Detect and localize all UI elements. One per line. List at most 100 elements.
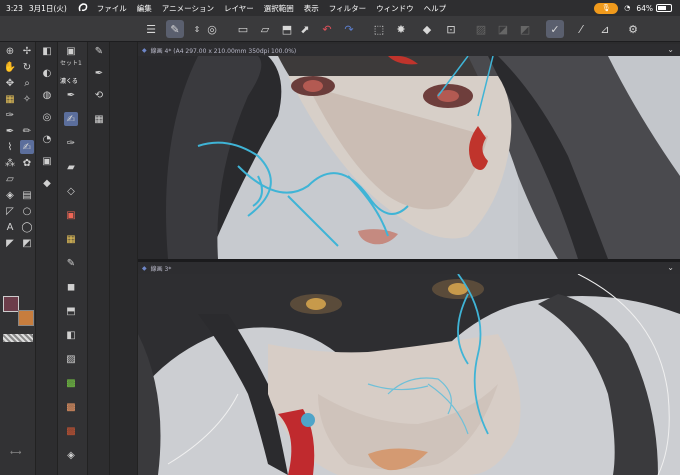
- date: 3月1日(火): [28, 3, 67, 13]
- canvas-view-1[interactable]: [138, 56, 680, 259]
- sub-view-icon[interactable]: ◍: [40, 88, 54, 102]
- balloon-tool-icon[interactable]: ◯: [20, 220, 34, 234]
- chevron-down-icon[interactable]: ⌄: [667, 263, 674, 272]
- hand-tool-icon[interactable]: ✋: [3, 60, 17, 74]
- menu-item[interactable]: 編集: [137, 3, 152, 14]
- sub-color-swatch[interactable]: [18, 310, 34, 326]
- menu-item[interactable]: レイヤー: [224, 3, 254, 14]
- gradient-tool-icon[interactable]: ▤: [20, 188, 34, 202]
- brush-tool-icon[interactable]: ⌇: [3, 140, 17, 154]
- illustration-bottom: [138, 274, 680, 475]
- menu-item[interactable]: 表示: [304, 3, 319, 14]
- new-file-icon[interactable]: ▭: [234, 20, 252, 38]
- sub-tool-tab-icon[interactable]: ▣: [64, 44, 78, 58]
- pencil-tool-icon[interactable]: ✏: [20, 124, 34, 138]
- decoration-tool-icon[interactable]: ✿: [20, 156, 34, 170]
- canvas-tab-2[interactable]: ◆ 線画 3* ⌄: [138, 262, 680, 274]
- figure-tool-icon[interactable]: ◸: [3, 204, 17, 218]
- zoom-tool-icon[interactable]: ⊕: [3, 44, 17, 58]
- tool-property-icon[interactable]: ✎: [92, 44, 106, 58]
- menu-item[interactable]: ウィンドウ: [376, 3, 414, 14]
- brush-shape-icon[interactable]: ✒: [92, 66, 106, 80]
- brush-preset-icon[interactable]: ✎: [64, 256, 78, 270]
- brush-preset-icon[interactable]: ▰: [64, 160, 78, 174]
- brush-preset-icon[interactable]: ◈: [64, 448, 78, 462]
- calendar-icon[interactable]: ▦: [92, 112, 106, 126]
- airbrush-icon[interactable]: ⁂: [3, 156, 17, 170]
- main-color-swatch[interactable]: [3, 296, 19, 312]
- export-icon[interactable]: ⬈: [296, 20, 314, 38]
- search-icon[interactable]: ⌕: [20, 76, 34, 90]
- navigator-icon[interactable]: ◐: [40, 66, 54, 80]
- snap-grid-icon[interactable]: ⁄: [572, 20, 590, 38]
- ellipse-tool-icon[interactable]: ○: [20, 204, 34, 218]
- rotate-tool-icon[interactable]: ↻: [20, 60, 34, 74]
- brush-preset-icon[interactable]: ▩: [64, 400, 78, 414]
- fill-icon[interactable]: ◆: [418, 20, 436, 38]
- move-tool-icon[interactable]: ✢: [20, 44, 34, 58]
- brush-preset-selected-icon[interactable]: ✍: [64, 112, 78, 126]
- collapse-icon[interactable]: ⟷: [10, 448, 21, 457]
- invert-icon[interactable]: ◩: [516, 20, 534, 38]
- settings-icon[interactable]: ⚙: [624, 20, 642, 38]
- loop-icon[interactable]: ⟲: [92, 88, 106, 102]
- layers-panel-icon[interactable]: ◧: [40, 44, 54, 58]
- canvas-title: 線画 4* (A4 297.00 x 210.00mm 350dpi 100.0…: [150, 47, 297, 55]
- menu-item[interactable]: 選択範囲: [264, 3, 294, 14]
- undo-icon[interactable]: ↶: [318, 20, 336, 38]
- fill-tool-icon[interactable]: ◈: [3, 188, 17, 202]
- save-icon[interactable]: ⬒: [278, 20, 296, 38]
- sub-tool-name[interactable]: 濃くる: [60, 76, 78, 85]
- operation-tool-icon[interactable]: ▦: [3, 92, 17, 106]
- brush-preset-icon[interactable]: ▣: [64, 208, 78, 222]
- brush-preset-icon[interactable]: ▦: [64, 232, 78, 246]
- history-icon[interactable]: ◔: [40, 132, 54, 146]
- eraser-tool-icon[interactable]: ▱: [3, 172, 17, 186]
- brush-tool-icon[interactable]: ✎: [166, 20, 184, 38]
- color-wheel-icon[interactable]: ◎: [40, 110, 54, 124]
- app-logo-icon[interactable]: [77, 2, 89, 14]
- pin-icon: ◆: [142, 46, 147, 54]
- brush-preset-icon[interactable]: ◧: [64, 328, 78, 342]
- menu-item[interactable]: ヘルプ: [424, 3, 447, 14]
- hamburger-menu-icon[interactable]: ☰: [142, 20, 160, 38]
- command-bar: ☰ ✎ ⇕ ◎ ▭ ▱ ⬒ ⬈ ↶ ↷ ⬚ ✸ ◆ ⊡ ▨ ◪ ◩ ✓ ⁄ ⊿ …: [0, 16, 680, 42]
- clear-icon[interactable]: ✸: [392, 20, 410, 38]
- magic-wand-icon[interactable]: ✧: [20, 92, 34, 106]
- menu-item[interactable]: アニメーション: [162, 3, 214, 14]
- transform-icon[interactable]: ⊡: [442, 20, 460, 38]
- menu-bar: 3:23 3月1日(火) ファイル 編集 アニメーション レイヤー 選択範囲 表示 フィルタ…: [0, 0, 680, 16]
- open-folder-icon[interactable]: ▱: [256, 20, 274, 38]
- menu-item[interactable]: ファイル: [97, 3, 127, 14]
- brush-preset-icon[interactable]: ◇: [64, 184, 78, 198]
- canvas-tab-1[interactable]: ◆ 線画 4* (A4 297.00 x 210.00mm 350dpi 100…: [138, 44, 680, 56]
- brush-preset-icon[interactable]: ▩: [64, 424, 78, 438]
- snap-ruler-icon[interactable]: ✓: [546, 20, 564, 38]
- sub-tool-group-tab[interactable]: セット1: [60, 58, 82, 67]
- brush-preset-icon[interactable]: ✑: [64, 136, 78, 150]
- material-icon[interactable]: ◆: [40, 176, 54, 190]
- snap-line-icon[interactable]: ⊿: [596, 20, 614, 38]
- select-none-icon[interactable]: ⬚: [370, 20, 388, 38]
- correct-line-icon[interactable]: ◩: [20, 236, 34, 250]
- brush-preset-icon[interactable]: ▨: [64, 352, 78, 366]
- layer-move-icon[interactable]: ✥: [3, 76, 17, 90]
- pen-tool-icon[interactable]: ✒: [3, 124, 17, 138]
- transparent-color-swatch[interactable]: [3, 334, 33, 342]
- frame-tool-icon[interactable]: A: [3, 220, 17, 234]
- menu-item[interactable]: フィルター: [329, 3, 366, 14]
- eyedropper-tool-icon[interactable]: ✑: [3, 108, 17, 122]
- blend-tool-icon[interactable]: ✍: [20, 140, 34, 154]
- color-set-icon[interactable]: ▣: [40, 154, 54, 168]
- brush-preset-icon[interactable]: ▩: [64, 376, 78, 390]
- chevron-down-icon[interactable]: ⌄: [667, 45, 674, 54]
- hand-icon[interactable]: ◎: [203, 20, 221, 38]
- fill-selection-icon[interactable]: ◪: [494, 20, 512, 38]
- redo-icon[interactable]: ↷: [340, 20, 358, 38]
- brush-preset-icon[interactable]: ✒: [64, 88, 78, 102]
- canvas-view-2[interactable]: [138, 274, 680, 475]
- ruler-tool-icon[interactable]: ◤: [3, 236, 17, 250]
- brush-preset-icon[interactable]: ⬒: [64, 304, 78, 318]
- crop-icon[interactable]: ▨: [472, 20, 490, 38]
- brush-preset-icon[interactable]: ◼: [64, 280, 78, 294]
